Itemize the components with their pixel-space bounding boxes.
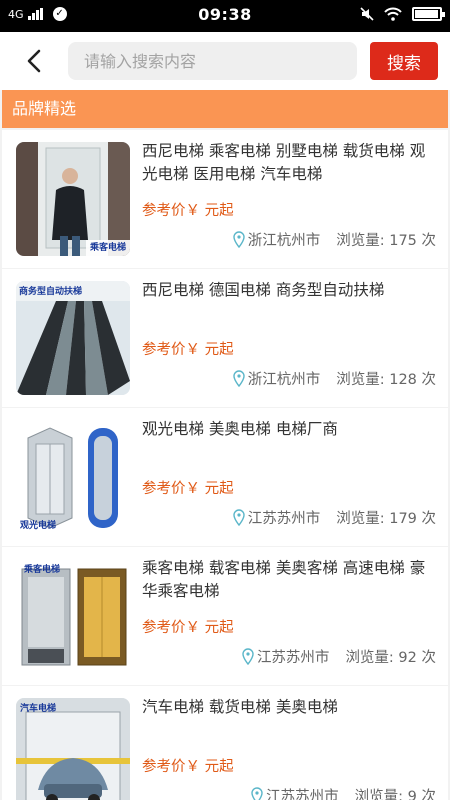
thumb-label: 商务型自动扶梯 <box>19 287 83 297</box>
item-title[interactable]: 观光电梯 美奥电梯 电梯厂商 <box>142 418 438 441</box>
mute-icon <box>360 7 374 21</box>
thumb-label: 乘客电梯 <box>24 565 61 575</box>
location-pin-icon <box>233 509 245 526</box>
product-image[interactable]: 乘客电梯 <box>16 559 130 673</box>
list-item[interactable]: 乘客电梯 西尼电梯 乘客电梯 别墅电梯 载货电梯 观光电梯 医用电梯 汽车电梯 … <box>2 130 448 268</box>
item-meta: 江苏苏州市 浏览量: 179 次 <box>233 507 436 528</box>
item-meta: 江苏苏州市 浏览量: 9 次 <box>251 785 436 800</box>
battery-icon <box>412 7 445 21</box>
item-views: 浏览量: 175 次 <box>336 233 436 249</box>
item-location: 江苏苏州市 <box>247 511 321 527</box>
item-price: 参考价￥ 元起 <box>142 342 234 358</box>
search-input[interactable] <box>68 42 357 80</box>
thumb-label: 观光电梯 <box>20 521 57 531</box>
item-title[interactable]: 乘客电梯 载客电梯 美奥客梯 高速电梯 豪华乘客电梯 <box>142 557 438 603</box>
item-views: 浏览量: 9 次 <box>354 789 436 800</box>
item-price: 参考价￥ 元起 <box>142 620 234 636</box>
list-item[interactable]: 商务型自动扶梯 西尼电梯 德国电梯 商务型自动扶梯 参考价￥ 元起 浙江杭州市 … <box>2 269 448 407</box>
thumb-label: 汽车电梯 <box>20 704 57 714</box>
item-location: 浙江杭州市 <box>247 233 321 249</box>
section-title: 品牌精选 <box>2 90 448 128</box>
item-location: 浙江杭州市 <box>247 372 321 388</box>
item-meta: 浙江杭州市 浏览量: 128 次 <box>233 368 436 389</box>
product-image[interactable]: 汽车电梯 <box>16 698 130 800</box>
location-pin-icon <box>233 370 245 387</box>
product-image[interactable]: 商务型自动扶梯 <box>16 281 130 395</box>
status-bar: 4G ✓ 09:38 <box>0 0 450 32</box>
item-views: 浏览量: 92 次 <box>345 650 436 666</box>
item-location: 江苏苏州市 <box>266 789 339 800</box>
item-price: 参考价￥ 元起 <box>142 759 234 775</box>
list-item[interactable]: 乘客电梯 乘客电梯 载客电梯 美奥客梯 高速电梯 豪华乘客电梯 参考价￥ 元起 … <box>2 547 448 685</box>
item-title[interactable]: 汽车电梯 载货电梯 美奥电梯 <box>142 696 438 719</box>
location-pin-icon <box>251 787 263 800</box>
item-views: 浏览量: 179 次 <box>336 511 436 527</box>
location-pin-icon <box>233 231 245 248</box>
item-title[interactable]: 西尼电梯 乘客电梯 别墅电梯 载货电梯 观光电梯 医用电梯 汽车电梯 <box>142 140 438 186</box>
wifi-icon <box>384 7 402 21</box>
item-meta: 浙江杭州市 浏览量: 175 次 <box>233 229 436 250</box>
item-price: 参考价￥ 元起 <box>142 203 234 219</box>
battery-level <box>415 10 438 18</box>
product-image[interactable]: 乘客电梯 <box>16 142 130 256</box>
list-item[interactable]: 汽车电梯 汽车电梯 载货电梯 美奥电梯 参考价￥ 元起 江苏苏州市 浏览量: 9… <box>2 686 448 800</box>
search-button[interactable]: 搜索 <box>370 42 438 80</box>
list-item[interactable]: 观光电梯 观光电梯 美奥电梯 电梯厂商 参考价￥ 元起 江苏苏州市 浏览量: 1… <box>2 408 448 546</box>
item-views: 浏览量: 128 次 <box>336 372 436 388</box>
product-list: 乘客电梯 西尼电梯 乘客电梯 别墅电梯 载货电梯 观光电梯 医用电梯 汽车电梯 … <box>2 130 448 800</box>
item-price: 参考价￥ 元起 <box>142 481 234 497</box>
location-pin-icon <box>242 648 254 665</box>
item-location: 江苏苏州市 <box>256 650 330 666</box>
item-title[interactable]: 西尼电梯 德国电梯 商务型自动扶梯 <box>142 279 438 302</box>
status-right <box>360 7 445 21</box>
header: 搜索 <box>0 32 450 90</box>
item-meta: 江苏苏州市 浏览量: 92 次 <box>242 646 436 667</box>
back-arrow-icon[interactable] <box>22 48 48 74</box>
thumb-label: 乘客电梯 <box>89 243 126 253</box>
product-image[interactable]: 观光电梯 <box>16 420 130 534</box>
